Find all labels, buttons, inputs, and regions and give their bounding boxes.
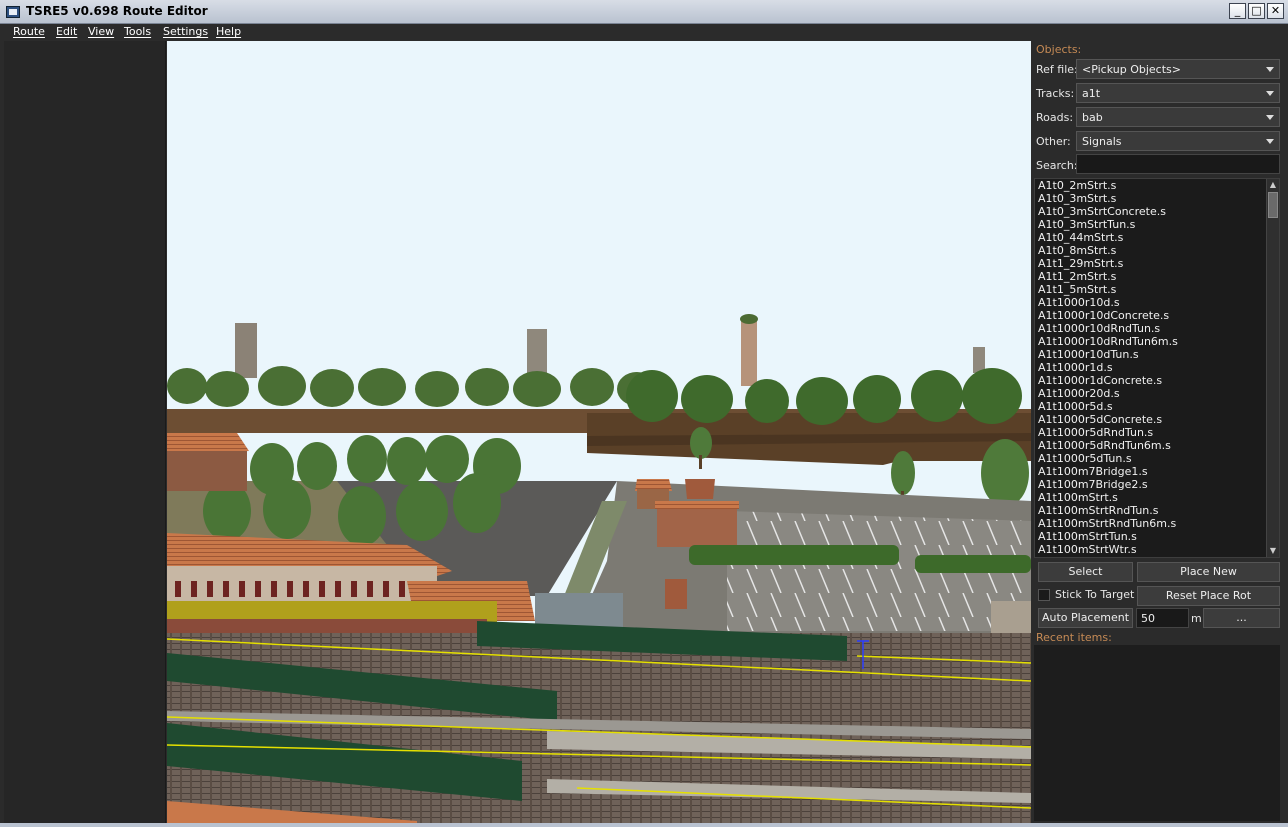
reset-place-rot-button[interactable]: Reset Place Rot <box>1137 586 1280 606</box>
search-input[interactable] <box>1076 154 1280 174</box>
chevron-down-icon <box>1266 91 1274 96</box>
objects-section-label: Objects: <box>1036 43 1082 56</box>
roads-label: Roads: <box>1036 111 1074 124</box>
list-item[interactable]: A1t1000r5d.s <box>1035 400 1279 413</box>
chevron-down-icon <box>1266 139 1274 144</box>
list-item[interactable]: A1t0_3mStrtTun.s <box>1035 218 1279 231</box>
list-item[interactable]: A1t100m7Bridge1.s <box>1035 465 1279 478</box>
auto-placement-button[interactable]: Auto Placement <box>1038 608 1133 628</box>
3d-viewport[interactable] <box>167 41 1031 823</box>
list-item[interactable]: A1t1_29mStrt.s <box>1035 257 1279 270</box>
ref-file-value: <Pickup Objects> <box>1082 63 1181 76</box>
list-item[interactable]: A1t1000r10dRndTun6m.s <box>1035 335 1279 348</box>
tracks-label: Tracks: <box>1036 87 1075 100</box>
recent-items-label: Recent items: <box>1036 631 1112 644</box>
list-item[interactable]: A1t100mStrt.s <box>1035 491 1279 504</box>
other-value: Signals <box>1082 135 1122 148</box>
scene-render <box>167 314 1031 823</box>
list-item[interactable]: A1t100mStrtTun.s <box>1035 530 1279 543</box>
list-item[interactable]: A1t100mStrtRndTun.s <box>1035 504 1279 517</box>
placement-distance-input[interactable]: 50 <box>1136 608 1189 628</box>
select-button[interactable]: Select <box>1038 562 1133 582</box>
tracks-value: a1t <box>1082 87 1101 100</box>
menu-tools[interactable]: Tools <box>124 25 151 38</box>
distance-unit-label: m <box>1191 612 1202 625</box>
list-item[interactable]: A1t0_3mStrtConcrete.s <box>1035 205 1279 218</box>
window-titlebar[interactable]: TSRE5 v0.698 Route Editor _ □ ✕ <box>0 0 1288 24</box>
other-label: Other: <box>1036 135 1071 148</box>
list-item[interactable]: A1t1000r20d.s <box>1035 387 1279 400</box>
app-icon <box>6 6 20 18</box>
ref-file-label: Ref file: <box>1036 63 1078 76</box>
menu-view[interactable]: View <box>88 25 114 38</box>
menu-edit[interactable]: Edit <box>56 25 77 38</box>
search-label: Search: <box>1036 159 1078 172</box>
more-options-button[interactable]: ... <box>1203 608 1280 628</box>
place-new-button[interactable]: Place New <box>1137 562 1280 582</box>
list-item[interactable]: A1t1_2mStrt.s <box>1035 270 1279 283</box>
menu-help[interactable]: Help <box>216 25 241 38</box>
roads-dropdown[interactable]: bab <box>1076 107 1280 127</box>
window-bottom-border <box>0 823 1288 827</box>
object-list[interactable]: A1t0_2mStrt.s A1t0_3mStrt.s A1t0_3mStrtCon… <box>1034 178 1280 558</box>
list-item[interactable]: A1t1000r5dTun.s <box>1035 452 1279 465</box>
list-item[interactable]: A1t0_3mStrt.s <box>1035 192 1279 205</box>
chevron-down-icon <box>1266 67 1274 72</box>
list-item[interactable]: A1t100mStrtRndTun6m.s <box>1035 517 1279 530</box>
list-item[interactable]: A1t1000r10dRndTun.s <box>1035 322 1279 335</box>
list-item[interactable]: A1t0_2mStrt.s <box>1035 179 1279 192</box>
stick-to-target-checkbox[interactable] <box>1038 589 1050 601</box>
menu-settings[interactable]: Settings <box>163 25 208 38</box>
object-list-items: A1t0_2mStrt.s A1t0_3mStrt.s A1t0_3mStrtCon… <box>1035 179 1279 556</box>
list-item[interactable]: A1t1000r1d.s <box>1035 361 1279 374</box>
list-item[interactable]: A1t0_8mStrt.s <box>1035 244 1279 257</box>
scroll-down-icon[interactable]: ▼ <box>1267 545 1279 557</box>
minimize-button[interactable]: _ <box>1229 3 1246 19</box>
chevron-down-icon <box>1266 115 1274 120</box>
list-item[interactable]: A1t100m7Bridge2.s <box>1035 478 1279 491</box>
tracks-dropdown[interactable]: a1t <box>1076 83 1280 103</box>
list-item[interactable]: A1t1_5mStrt.s <box>1035 283 1279 296</box>
scroll-thumb[interactable] <box>1268 192 1278 218</box>
list-item[interactable]: A1t100mStrtWtr.s <box>1035 543 1279 556</box>
menu-bar: Route Edit View Tools Settings Help <box>0 24 1288 41</box>
window-title: TSRE5 v0.698 Route Editor <box>26 4 208 18</box>
recent-items-list[interactable] <box>1034 645 1280 821</box>
left-tool-panel <box>4 41 166 823</box>
list-item[interactable]: A1t1000r5dRndTun6m.s <box>1035 439 1279 452</box>
list-item[interactable]: A1t1000r10dConcrete.s <box>1035 309 1279 322</box>
list-item[interactable]: A1t1000r5dConcrete.s <box>1035 413 1279 426</box>
roads-value: bab <box>1082 111 1103 124</box>
menu-route[interactable]: Route <box>13 25 45 38</box>
list-item[interactable]: A1t1000r1dConcrete.s <box>1035 374 1279 387</box>
list-item[interactable]: A1t1000r10dTun.s <box>1035 348 1279 361</box>
other-dropdown[interactable]: Signals <box>1076 131 1280 151</box>
scroll-up-icon[interactable]: ▲ <box>1267 179 1279 191</box>
list-item[interactable]: A1t1000r5dRndTun.s <box>1035 426 1279 439</box>
window-controls: _ □ ✕ <box>1229 3 1284 19</box>
stick-to-target-label: Stick To Target <box>1055 588 1135 601</box>
objects-panel: Objects: Ref file: <Pickup Objects> Trac… <box>1033 41 1284 823</box>
list-item[interactable]: A1t1000r10d.s <box>1035 296 1279 309</box>
ref-file-dropdown[interactable]: <Pickup Objects> <box>1076 59 1280 79</box>
maximize-button[interactable]: □ <box>1248 3 1265 19</box>
close-button[interactable]: ✕ <box>1267 3 1284 19</box>
object-list-scrollbar[interactable]: ▲ ▼ <box>1266 179 1279 557</box>
list-item[interactable]: A1t0_44mStrt.s <box>1035 231 1279 244</box>
